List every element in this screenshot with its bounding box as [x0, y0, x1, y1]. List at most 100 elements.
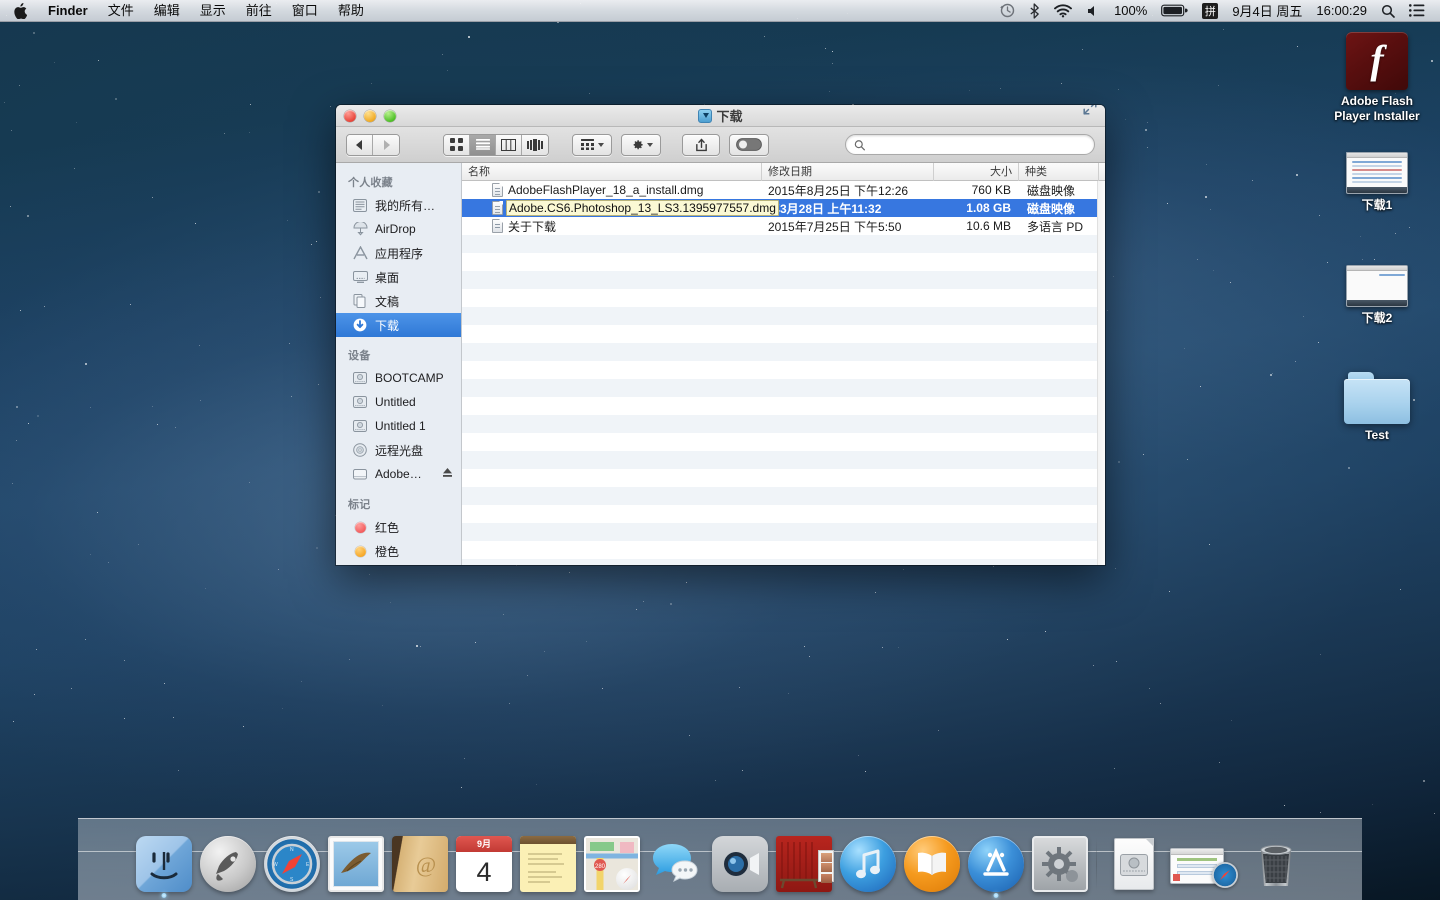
column-header-kind[interactable]: 种类 [1019, 163, 1099, 181]
window-titlebar[interactable]: 下载 [336, 105, 1105, 127]
finder-sidebar[interactable]: 个人收藏 我的所有… AirDrop 应用程序 桌面 文稿 下载 设备 BOOT… [336, 163, 462, 565]
menubar-clock[interactable]: 16:00:29 [1309, 3, 1374, 18]
minimize-button[interactable] [364, 109, 376, 122]
dock-item-messages[interactable] [648, 836, 704, 892]
sidebar-item-label: 文稿 [375, 294, 400, 309]
input-method-icon[interactable]: 拼 [1195, 0, 1225, 22]
dock-item-app-store[interactable] [968, 836, 1024, 898]
file-name-cell[interactable]: Adobe.CS6.Photoshop_13_LS3.1395977557.dm… [462, 200, 779, 216]
bluetooth-icon[interactable] [1022, 0, 1047, 22]
action-menu-button[interactable] [621, 133, 661, 156]
empty-row [462, 523, 1105, 541]
close-button[interactable] [344, 109, 356, 122]
menu-app-name[interactable]: Finder [38, 0, 98, 22]
column-header-name[interactable]: 名称 [462, 163, 762, 181]
sidebar-item-bootcamp[interactable]: BOOTCAMP [336, 366, 461, 390]
dock-item-downloads-stack[interactable] [1170, 836, 1240, 892]
file-name-cell[interactable]: AdobeFlashPlayer_18_a_install.dmg [462, 183, 762, 197]
battery-percent-label[interactable]: 100% [1107, 3, 1154, 18]
menu-item-file[interactable]: 文件 [98, 0, 144, 22]
sidebar-item-tag-yellow[interactable]: 黄色 [336, 563, 461, 565]
back-arrow-icon[interactable] [347, 134, 373, 155]
sidebar-item-applications[interactable]: 应用程序 [336, 241, 461, 265]
table-row-selected[interactable]: Adobe.CS6.Photoshop_13_LS3.1395977557.dm… [462, 199, 1105, 217]
sidebar-item-adobe-disk[interactable]: Adobe… [336, 462, 461, 486]
search-input[interactable] [870, 137, 1086, 152]
icon-view-button[interactable] [444, 134, 470, 155]
forward-arrow-icon[interactable] [373, 134, 399, 155]
window-title-text: 下载 [716, 109, 743, 124]
search-icon[interactable] [1374, 0, 1402, 22]
column-header-size[interactable]: 大小 [934, 163, 1019, 181]
dock-item-maps[interactable]: 280 [584, 836, 640, 892]
volume-icon[interactable] [1079, 0, 1107, 22]
menu-item-go[interactable]: 前往 [236, 0, 282, 22]
disk-image-file-icon [492, 183, 503, 197]
empty-row [462, 235, 1105, 253]
sidebar-item-documents[interactable]: 文稿 [336, 289, 461, 313]
sidebar-item-tag-orange[interactable]: 橙色 [336, 539, 461, 563]
table-row[interactable]: AdobeFlashPlayer_18_a_install.dmg 2015年8… [462, 181, 1105, 199]
desktop-icon-adobe-flash-player-installer[interactable]: Adobe FlashPlayer Installer [1322, 32, 1432, 124]
dock-item-photo-booth[interactable] [776, 836, 834, 892]
dock-item-contacts[interactable]: @ [392, 836, 448, 892]
rename-input[interactable]: Adobe.CS6.Photoshop_13_LS3.1395977557.dm… [506, 200, 779, 216]
dock-item-itunes[interactable] [840, 836, 896, 892]
sidebar-item-untitled-1[interactable]: Untitled 1 [336, 414, 461, 438]
dock-item-trash[interactable] [1248, 836, 1304, 892]
zoom-button[interactable] [384, 109, 396, 122]
expand-icon[interactable] [1083, 105, 1097, 120]
file-date-cell: 2015年8月25日 下午12:26 [768, 183, 909, 198]
file-list-pane[interactable]: 名称 修改日期 大小 种类 AdobeFlashPlayer_18_a_inst… [462, 163, 1105, 565]
calendar-day-label: 4 [476, 856, 492, 887]
time-machine-icon[interactable] [993, 0, 1022, 22]
column-view-button[interactable] [496, 134, 522, 155]
battery-icon[interactable] [1154, 0, 1195, 22]
dock-item-disk-image[interactable] [1106, 836, 1162, 892]
menubar-date[interactable]: 9月4日 周五 [1225, 1, 1309, 20]
eject-icon[interactable] [442, 467, 453, 481]
menu-item-window[interactable]: 窗口 [282, 0, 328, 22]
sidebar-item-tag-red[interactable]: 红色 [336, 515, 461, 539]
finder-window[interactable]: 下载 个人收藏 我的所有… AirDrop 应用程序 桌面 文稿 下载 设备 B… [336, 105, 1105, 565]
sidebar-item-label: 红色 [375, 520, 400, 535]
apple-logo-icon[interactable] [0, 0, 38, 22]
column-header-date-modified[interactable]: 修改日期 [762, 163, 934, 181]
sidebar-item-remote-disc[interactable]: 远程光盘 [336, 438, 461, 462]
table-row[interactable]: 关于下载 2015年7月25日 下午5:50 10.6 MB 多语言 PD [462, 217, 1105, 235]
file-name-cell[interactable]: 关于下载 [462, 218, 762, 235]
vertical-scrollbar[interactable] [1097, 181, 1105, 565]
dock-item-calendar[interactable]: 9月 4 [456, 836, 512, 892]
wifi-icon[interactable] [1047, 0, 1079, 22]
sidebar-item-airdrop[interactable]: AirDrop [336, 217, 461, 241]
dock-item-facetime[interactable] [712, 836, 768, 892]
desktop-icon-test-folder[interactable]: Test [1322, 372, 1432, 443]
coverflow-view-button[interactable] [522, 134, 548, 155]
dock-item-notes[interactable] [520, 836, 576, 892]
calendar-month-label: 9月 [456, 836, 512, 852]
menu-item-view[interactable]: 显示 [190, 0, 236, 22]
list-view-button[interactable] [470, 134, 496, 155]
tag-button[interactable] [729, 133, 769, 156]
notification-center-icon[interactable] [1402, 0, 1432, 22]
sidebar-item-all-my-files[interactable]: 我的所有… [336, 193, 461, 217]
dock-item-ibooks[interactable] [904, 836, 960, 892]
dock-item-launchpad[interactable] [200, 836, 256, 892]
dock-item-system-preferences[interactable] [1032, 836, 1088, 892]
dock-item-mail[interactable] [328, 836, 384, 892]
desktop-icon-download-2[interactable]: 下载2 [1322, 265, 1432, 326]
desktop-icon-label: 下载2 [1361, 311, 1393, 325]
desktop-icon-download-1[interactable]: 下载1 [1322, 152, 1432, 213]
sidebar-item-untitled[interactable]: Untitled [336, 390, 461, 414]
sidebar-item-downloads[interactable]: 下载 [336, 313, 461, 337]
dock-item-safari[interactable]: NSEW [264, 836, 320, 892]
documents-icon [352, 294, 368, 308]
search-field[interactable] [845, 134, 1095, 155]
arrange-by-button[interactable] [572, 133, 612, 156]
menu-item-edit[interactable]: 编辑 [144, 0, 190, 22]
share-button[interactable] [682, 133, 720, 156]
sidebar-item-desktop[interactable]: 桌面 [336, 265, 461, 289]
menu-item-help[interactable]: 帮助 [328, 0, 374, 22]
dock-item-finder[interactable] [136, 836, 192, 898]
sidebar-item-label: 橙色 [375, 544, 400, 559]
